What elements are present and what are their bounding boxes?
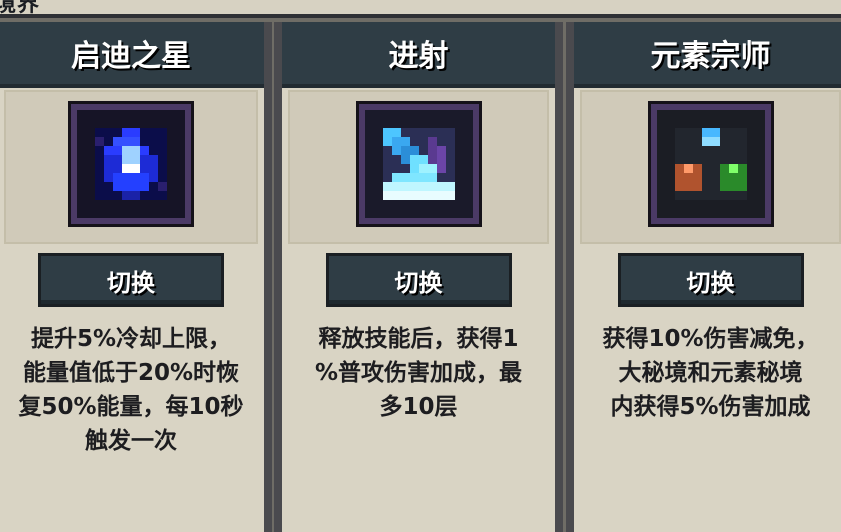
- card-description: 提升5%冷却上限， 能量值低于20%时恢 复50%能量，每10秒 触发一次: [18, 326, 244, 454]
- skill-card-qidi: 启迪之星 切换 提升5%冷却上限， 能量值低于20%时恢 复50%能量，每10秒…: [0, 22, 272, 532]
- icon-panel: [4, 90, 258, 244]
- switch-button[interactable]: 切换: [620, 256, 801, 304]
- skill-card-yuansu: 元素宗师 切换 获得10%伤害减免， 大秘境和元素秘境 内获得5%伤害加成: [566, 22, 841, 532]
- icon-panel: [288, 90, 549, 244]
- switch-button[interactable]: 切换: [41, 256, 221, 304]
- ice-blade-wave-icon: [364, 110, 473, 218]
- element-orbs-icon: [656, 110, 765, 218]
- partial-section-title: 境界: [0, 0, 41, 17]
- blue-star-crystal-icon: [77, 110, 185, 218]
- top-strip: 境界: [0, 0, 841, 18]
- icon-panel: [580, 90, 841, 244]
- skill-card-jinshe: 进射 切换 释放技能后，获得1 %普攻伤害加成，最 多10层: [274, 22, 563, 532]
- card-description: 获得10%伤害减免， 大秘境和元素秘境 内获得5%伤害加成: [602, 326, 819, 420]
- card-description: 释放技能后，获得1 %普攻伤害加成，最 多10层: [314, 326, 523, 420]
- card-title: 启迪之星: [0, 22, 264, 88]
- switch-button[interactable]: 切换: [328, 256, 509, 304]
- card-title: 元素宗师: [574, 22, 841, 88]
- card-title: 进射: [282, 22, 555, 88]
